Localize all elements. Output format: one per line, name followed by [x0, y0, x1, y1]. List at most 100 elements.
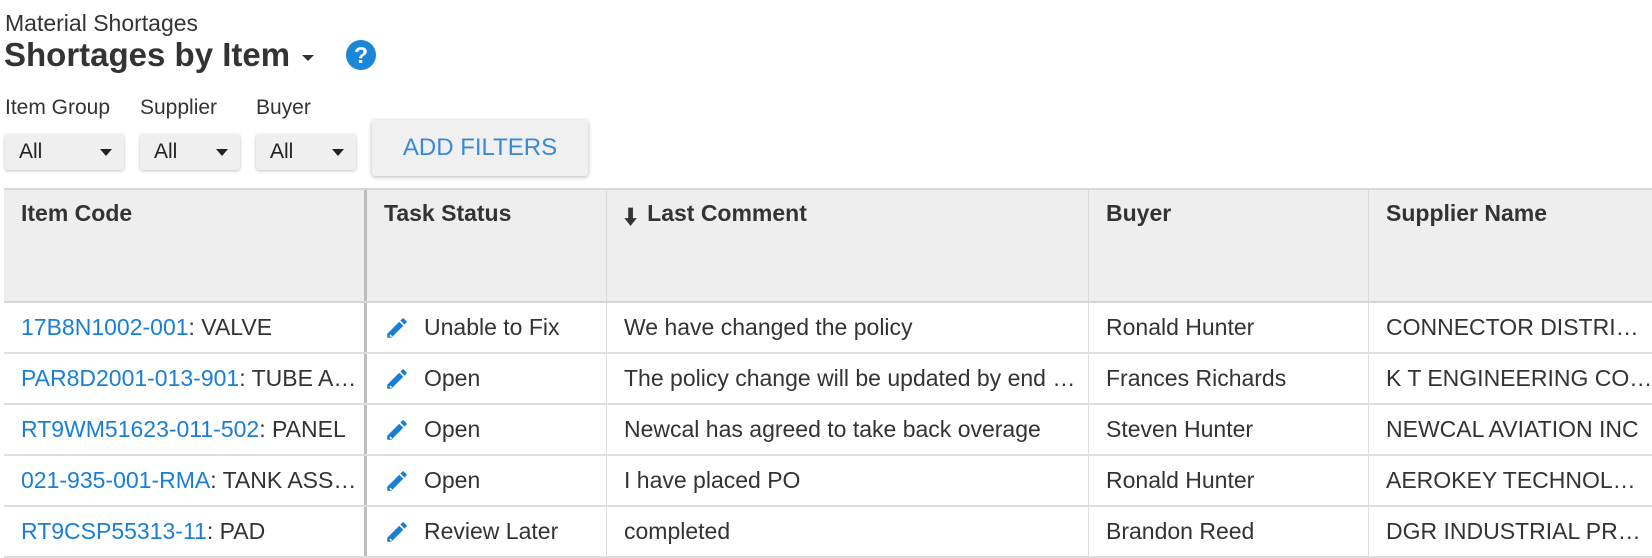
item-code-link[interactable]: PAR8D2001-013-901 — [21, 365, 239, 391]
filter-label-supplier: Supplier — [140, 96, 218, 119]
buyer-text: Steven Hunter — [1106, 416, 1254, 442]
supplier-name-cell: DGR INDUSTRIAL PRODUCTS — [1369, 507, 1652, 556]
buyer-text: Frances Richards — [1106, 365, 1287, 391]
buyer-cell: Ronald Hunter — [1089, 456, 1369, 505]
buyer-cell: Ronald Hunter — [1089, 303, 1369, 352]
buyer-cell: Steven Hunter — [1089, 405, 1369, 454]
table-row: 17B8N1002-001: VALVE Unable to Fix We ha… — [4, 303, 1652, 354]
help-icon[interactable]: ? — [346, 40, 377, 70]
item-description: : PAD — [206, 518, 266, 544]
item-group-select[interactable]: All — [5, 134, 124, 170]
pencil-icon[interactable] — [384, 519, 410, 545]
supplier-name-text: DGR INDUSTRIAL PRODUCTS — [1386, 518, 1652, 544]
task-status-cell: Unable to Fix — [367, 303, 607, 352]
last-comment-cell: I have placed PO — [607, 456, 1089, 505]
column-header-label: Last Comment — [647, 200, 807, 226]
last-comment-text: We have changed the policy — [624, 314, 913, 340]
column-header-label: Item Code — [21, 200, 133, 226]
item-code-text: RT9CSP55313-11: PAD — [21, 518, 265, 545]
buyer-text: Ronald Hunter — [1106, 467, 1255, 493]
item-code-link[interactable]: 021-935-001-RMA — [21, 467, 210, 493]
item-code-link[interactable]: RT9WM51623-011-502 — [21, 416, 259, 442]
last-comment-text: I have placed PO — [624, 467, 801, 493]
supplier-name-text: AEROKEY TECHNOLOGIES — [1386, 467, 1652, 493]
item-code-text: 17B8N1002-001: VALVE — [21, 314, 272, 341]
item-code-text: PAR8D2001-013-901: TUBE ASSEMBLY — [21, 365, 364, 392]
last-comment-cell: We have changed the policy — [607, 303, 1089, 352]
item-description: : TANK ASSEMBLY — [210, 467, 364, 493]
supplier-name-cell: NEWCAL AVIATION INC — [1369, 405, 1652, 454]
last-comment-cell: completed — [607, 507, 1089, 556]
table-body: 17B8N1002-001: VALVE Unable to Fix We ha… — [4, 303, 1652, 558]
add-filters-button[interactable]: ADD FILTERS — [372, 120, 588, 176]
task-status-cell: Review Later — [367, 507, 607, 556]
item-code-text: RT9WM51623-011-502: PANEL — [21, 416, 346, 443]
chevron-down-icon[interactable] — [302, 55, 315, 61]
chevron-down-icon — [100, 149, 112, 156]
column-header-label: Buyer — [1106, 200, 1172, 226]
buyer-cell: Brandon Reed — [1089, 507, 1369, 556]
buyer-text: Brandon Reed — [1106, 518, 1255, 544]
supplier-name-cell: CONNECTOR DISTRIBUTORS — [1369, 303, 1652, 352]
buyer-select[interactable]: All — [256, 134, 356, 170]
task-status-cell: Open — [367, 354, 607, 403]
item-description: : VALVE — [188, 314, 273, 340]
pencil-icon[interactable] — [384, 315, 410, 341]
column-header-label: Task Status — [384, 200, 512, 226]
last-comment-text: completed — [624, 518, 731, 544]
supplier-name-cell: K T ENGINEERING CORP — [1369, 354, 1652, 403]
column-header-supplier-name[interactable]: Supplier Name — [1369, 190, 1652, 301]
filter-label-item-group: Item Group — [5, 96, 111, 119]
item-code-cell: 021-935-001-RMA: TANK ASSEMBLY — [4, 456, 367, 505]
supplier-select[interactable]: All — [140, 134, 240, 170]
buyer-text: Ronald Hunter — [1106, 314, 1255, 340]
task-status-text: Open — [424, 365, 481, 391]
item-description: : TUBE ASSEMBLY — [239, 365, 364, 391]
page-title[interactable]: Shortages by Item — [4, 36, 290, 74]
supplier-select-value: All — [154, 140, 178, 163]
table-header: Item Code Task Status 🠫 Last Comment Buy… — [4, 188, 1652, 303]
column-header-buyer[interactable]: Buyer — [1089, 190, 1369, 301]
supplier-name-cell: AEROKEY TECHNOLOGIES — [1369, 456, 1652, 505]
chevron-down-icon — [216, 149, 228, 156]
buyer-cell: Frances Richards — [1089, 354, 1369, 403]
table-row: PAR8D2001-013-901: TUBE ASSEMBLY Open Th… — [4, 354, 1652, 405]
task-status-text: Open — [424, 416, 481, 442]
column-header-task-status[interactable]: Task Status — [367, 190, 607, 301]
pencil-icon[interactable] — [384, 468, 410, 494]
item-group-select-value: All — [19, 140, 43, 163]
column-header-item-code[interactable]: Item Code — [4, 190, 367, 301]
item-code-text: 021-935-001-RMA: TANK ASSEMBLY — [21, 467, 364, 494]
column-header-label: Supplier Name — [1386, 200, 1548, 226]
arrow-down-icon[interactable]: 🠫 — [624, 200, 637, 241]
chevron-down-icon — [332, 149, 344, 156]
task-status-text: Open — [424, 467, 481, 493]
table-row: RT9WM51623-011-502: PANEL Open Newcal ha… — [4, 405, 1652, 456]
column-header-last-comment[interactable]: 🠫 Last Comment — [607, 190, 1089, 301]
buyer-select-value: All — [270, 140, 294, 163]
task-status-cell: Open — [367, 456, 607, 505]
task-status-text: Unable to Fix — [424, 314, 560, 340]
last-comment-cell: Newcal has agreed to take back overage — [607, 405, 1089, 454]
table-row: RT9CSP55313-11: PAD Review Later complet… — [4, 507, 1652, 558]
pencil-icon[interactable] — [384, 417, 410, 443]
item-code-cell: 17B8N1002-001: VALVE — [4, 303, 367, 352]
shortages-table: Item Code Task Status 🠫 Last Comment Buy… — [4, 188, 1652, 558]
last-comment-text: The policy change will be updated by end… — [624, 365, 1088, 391]
table-row: 021-935-001-RMA: TANK ASSEMBLY Open I ha… — [4, 456, 1652, 507]
item-code-cell: RT9WM51623-011-502: PANEL — [4, 405, 367, 454]
item-code-cell: RT9CSP55313-11: PAD — [4, 507, 367, 556]
last-comment-text: Newcal has agreed to take back overage — [624, 416, 1041, 442]
item-code-link[interactable]: RT9CSP55313-11 — [21, 518, 207, 544]
supplier-name-text: K T ENGINEERING CORP — [1386, 365, 1652, 391]
task-status-cell: Open — [367, 405, 607, 454]
supplier-name-text: NEWCAL AVIATION INC — [1386, 416, 1639, 442]
pencil-icon[interactable] — [384, 366, 410, 392]
page-header: Shortages by Item ? — [4, 36, 377, 74]
item-code-link[interactable]: 17B8N1002-001 — [21, 314, 189, 340]
last-comment-cell: The policy change will be updated by end… — [607, 354, 1089, 403]
page-subtitle: Material Shortages — [5, 10, 199, 36]
item-code-cell: PAR8D2001-013-901: TUBE ASSEMBLY — [4, 354, 367, 403]
item-description: : PANEL — [259, 416, 346, 442]
task-status-text: Review Later — [424, 518, 559, 544]
